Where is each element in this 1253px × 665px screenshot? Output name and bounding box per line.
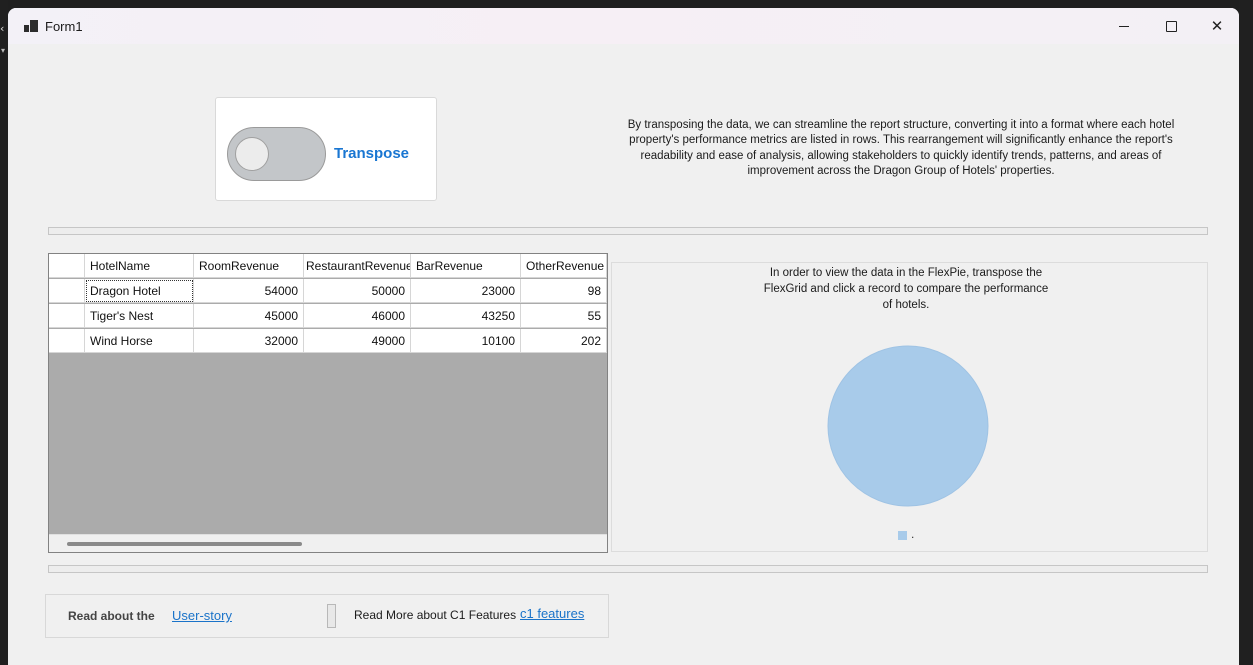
flex-pie[interactable]: In order to view the data in the FlexPie… — [611, 262, 1208, 552]
maximize-button[interactable] — [1148, 8, 1194, 44]
table-cell[interactable]: 55 — [521, 304, 607, 328]
grid-corner-cell[interactable] — [49, 254, 85, 278]
minimize-button[interactable] — [1101, 8, 1147, 44]
close-button[interactable]: ✕ — [1194, 8, 1239, 44]
column-header[interactable]: RestaurantRevenue — [304, 254, 411, 278]
form-window: Form1 ✕ Transpose By transposing the dat… — [8, 8, 1239, 665]
table-cell[interactable]: Tiger's Nest — [85, 304, 194, 328]
table-cell[interactable]: 43250 — [411, 304, 521, 328]
pie-slice[interactable] — [827, 345, 989, 507]
pie-chart-canvas — [827, 345, 989, 507]
table-cell[interactable]: 50000 — [304, 279, 411, 303]
table-cell[interactable]: 32000 — [194, 329, 304, 353]
links-panel: Read about the User-story Read More abou… — [45, 594, 609, 638]
table-cell[interactable]: 98 — [521, 279, 607, 303]
table-cell[interactable]: Wind Horse — [85, 329, 194, 353]
close-icon: ✕ — [1210, 17, 1224, 35]
legend-swatch — [898, 531, 907, 540]
row-header-cell[interactable] — [49, 329, 85, 353]
chevron-down-icon: ▾ — [1, 46, 6, 55]
table-cell[interactable]: 10100 — [411, 329, 521, 353]
c1-features-link[interactable]: c1 features — [520, 606, 584, 621]
background-right-edge — [1239, 0, 1253, 665]
table-cell[interactable]: 202 — [521, 329, 607, 353]
column-header[interactable]: RoomRevenue — [194, 254, 304, 278]
table-cell[interactable]: Dragon Hotel — [85, 279, 194, 303]
table-cell[interactable]: 23000 — [411, 279, 521, 303]
separator-top — [48, 227, 1208, 235]
column-header[interactable]: BarRevenue — [411, 254, 521, 278]
transpose-toggle[interactable] — [227, 127, 326, 181]
table-row[interactable]: Wind Horse 32000 49000 10100 202 — [49, 329, 607, 354]
row-header-cell[interactable] — [49, 279, 85, 303]
table-cell[interactable]: 54000 — [194, 279, 304, 303]
flex-grid[interactable]: HotelName RoomRevenue RestaurantRevenue … — [48, 253, 608, 553]
description-text: By transposing the data, we can streamli… — [627, 119, 1175, 178]
grid-header-row: HotelName RoomRevenue RestaurantRevenue … — [49, 254, 607, 279]
read-about-label: Read about the — [68, 609, 155, 623]
title-bar[interactable]: Form1 ✕ — [8, 8, 1239, 44]
toggle-knob[interactable] — [235, 137, 269, 171]
table-cell[interactable]: 46000 — [304, 304, 411, 328]
table-row[interactable]: Dragon Hotel 54000 50000 23000 98 — [49, 279, 607, 304]
horizontal-scrollbar[interactable] — [49, 534, 607, 552]
transpose-label[interactable]: Transpose — [334, 145, 409, 162]
legend-label: . — [911, 527, 915, 541]
window-title: Form1 — [45, 19, 83, 34]
read-more-label: Read More about C1 Features — [354, 608, 517, 622]
column-header[interactable]: HotelName — [85, 254, 194, 278]
row-header-cell[interactable] — [49, 304, 85, 328]
transpose-panel: Transpose — [215, 97, 437, 201]
minimize-icon — [1119, 25, 1129, 27]
chevron-left-icon: ‹ — [0, 22, 5, 35]
app-icon — [24, 20, 38, 32]
background-left-edge: ‹ ▾ — [0, 0, 8, 665]
column-header[interactable]: OtherRevenue — [521, 254, 607, 278]
maximize-icon — [1165, 20, 1177, 32]
table-row[interactable]: Tiger's Nest 45000 46000 43250 55 — [49, 304, 607, 329]
table-cell[interactable]: 45000 — [194, 304, 304, 328]
table-cell[interactable]: 49000 — [304, 329, 411, 353]
separator-bottom — [48, 565, 1208, 573]
panel-splitter[interactable] — [327, 604, 336, 628]
scrollbar-thumb[interactable] — [67, 542, 302, 546]
user-story-link[interactable]: User-story — [172, 608, 232, 623]
